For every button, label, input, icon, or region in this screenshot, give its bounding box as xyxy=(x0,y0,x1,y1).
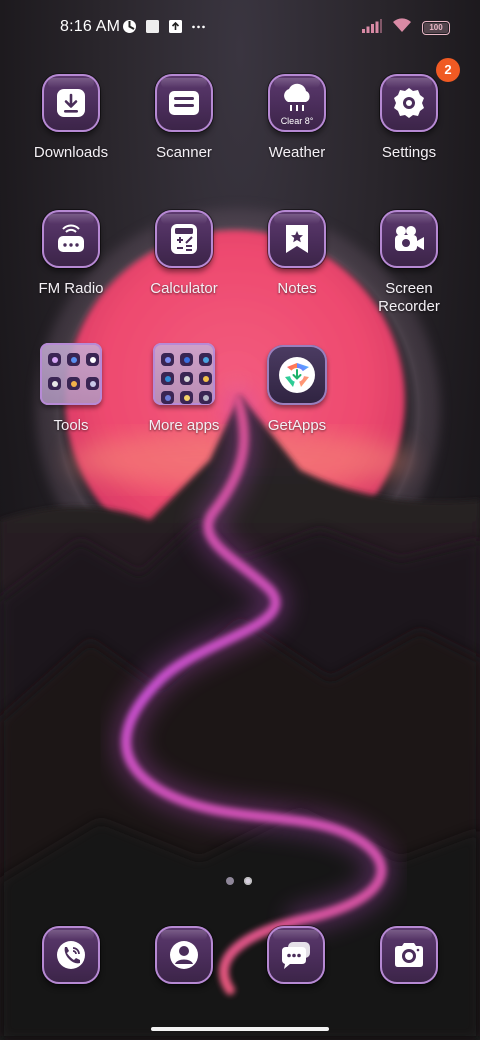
radio-icon xyxy=(58,224,84,252)
calculator-icon xyxy=(171,224,197,254)
dock-messages-app[interactable] xyxy=(266,926,326,984)
app-settings[interactable]: 2 Settings xyxy=(353,58,465,162)
mini-clock-icon xyxy=(86,353,99,366)
page-indicator xyxy=(226,877,252,885)
app-scanner[interactable]: Scanner xyxy=(128,74,240,162)
app-label: FM Radio xyxy=(38,280,104,297)
app-label: GetApps xyxy=(267,417,327,434)
video-camera-icon xyxy=(395,226,424,251)
app-label: Settings xyxy=(381,144,437,161)
calculator-tile[interactable] xyxy=(155,210,213,268)
messages-tile[interactable] xyxy=(267,926,325,984)
app-label: More apps xyxy=(148,417,220,434)
more-apps-folder-icon[interactable] xyxy=(153,343,215,405)
mini-cleaner-icon xyxy=(67,377,80,390)
messages-icon xyxy=(282,942,310,969)
app-fm-radio[interactable]: FM Radio xyxy=(15,210,127,298)
app-notes[interactable]: Notes xyxy=(241,210,353,298)
gear-icon xyxy=(394,88,424,118)
tools-folder-icon[interactable] xyxy=(40,343,102,405)
home-indicator[interactable] xyxy=(151,1027,329,1031)
notification-icons xyxy=(122,19,206,34)
dock-camera-app[interactable] xyxy=(379,926,439,984)
bookmark-star-icon xyxy=(286,225,308,253)
contacts-tile[interactable] xyxy=(155,926,213,984)
getapps-icon xyxy=(279,357,315,393)
mini-compass-icon xyxy=(67,353,80,366)
mini-app-icon xyxy=(161,353,174,366)
app-label: Weather xyxy=(268,144,326,161)
mini-linkedin-icon xyxy=(161,372,174,385)
contacts-icon xyxy=(170,941,198,969)
square-notification-icon xyxy=(145,19,160,34)
signal-icon xyxy=(362,18,382,38)
screen-recorder-tile[interactable] xyxy=(380,210,438,268)
phone-icon xyxy=(57,941,85,969)
scanner-tile[interactable] xyxy=(155,74,213,132)
folder-more-apps[interactable]: More apps xyxy=(128,343,240,435)
camera-tile[interactable] xyxy=(380,926,438,984)
cloud-rain-icon xyxy=(284,83,310,111)
app-getapps[interactable]: GetApps xyxy=(241,345,353,435)
app-calculator[interactable]: Calculator xyxy=(128,210,240,298)
camera-icon xyxy=(395,943,423,967)
dock-phone[interactable] xyxy=(41,926,101,984)
phone-tile[interactable] xyxy=(42,926,100,984)
dock-contacts-app[interactable] xyxy=(154,926,214,984)
mini-app-icon xyxy=(161,391,174,404)
battery-level: 100 xyxy=(429,23,443,32)
status-time: 8:16 AM xyxy=(60,18,121,35)
system-icons: 100 xyxy=(362,18,450,38)
upload-notification-icon xyxy=(168,19,183,34)
settings-tile[interactable]: 2 xyxy=(380,58,460,132)
download-icon xyxy=(57,89,85,117)
app-label: Tools xyxy=(53,417,89,434)
notification-badge: 2 xyxy=(436,58,460,82)
fm-radio-tile[interactable] xyxy=(42,210,100,268)
dock-camera[interactable] xyxy=(379,926,439,984)
app-label: Screen Recorder xyxy=(378,280,440,315)
folder-tools[interactable]: Tools xyxy=(15,343,127,435)
app-screen-recorder[interactable]: Screen Recorder xyxy=(353,210,465,316)
page-dot-2-active[interactable] xyxy=(244,877,252,885)
dock-contacts[interactable] xyxy=(154,926,214,984)
scanner-icon xyxy=(169,91,199,115)
mini-app-icon xyxy=(199,372,212,385)
getapps-tile[interactable] xyxy=(267,345,327,405)
downloads-tile[interactable] xyxy=(42,74,100,132)
wifi-icon xyxy=(392,18,412,38)
app-downloads[interactable]: Downloads xyxy=(15,74,127,162)
weather-condition: Clear 8° xyxy=(280,116,314,126)
page-dot-1[interactable] xyxy=(226,877,234,885)
more-notifications-icon xyxy=(191,19,206,34)
mini-app-icon xyxy=(199,391,212,404)
mini-app-icon xyxy=(180,391,193,404)
weather-tile[interactable]: Clear 8° xyxy=(268,74,326,132)
app-label: Downloads xyxy=(33,144,109,161)
app-label: Notes xyxy=(277,280,317,297)
status-bar: 8:16 AM 100 xyxy=(0,0,480,56)
app-label: Scanner xyxy=(156,144,212,161)
mini-app-icon xyxy=(180,372,193,385)
battery-icon: 100 xyxy=(422,21,450,35)
mini-recorder-icon xyxy=(48,353,61,366)
mini-file-icon xyxy=(86,377,99,390)
mini-feedback-icon xyxy=(48,377,61,390)
dock-messages[interactable] xyxy=(266,926,326,984)
app-weather[interactable]: Clear 8° Weather xyxy=(241,74,353,162)
dock-phone-app[interactable] xyxy=(41,926,101,984)
app-label: Calculator xyxy=(150,280,218,297)
mini-facebook-icon xyxy=(180,353,193,366)
mini-app-icon xyxy=(199,353,212,366)
notes-tile[interactable] xyxy=(268,210,326,268)
vpn-icon xyxy=(122,19,137,34)
